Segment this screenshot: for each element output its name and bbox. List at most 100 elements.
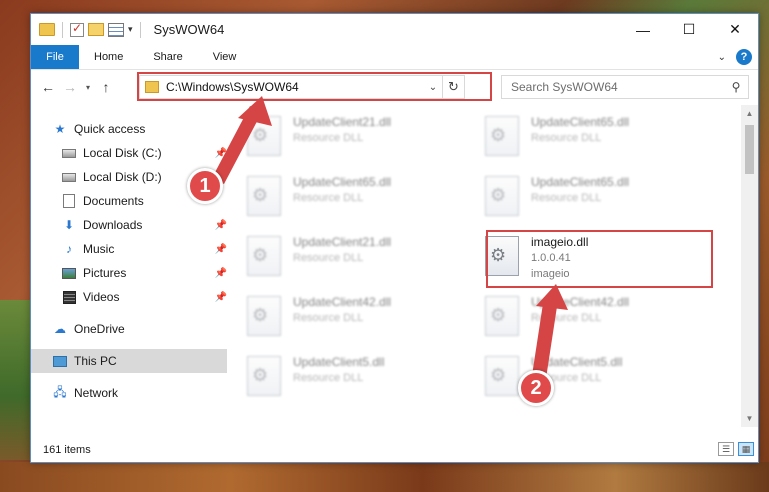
vertical-scrollbar[interactable]: ▲ ▼	[741, 105, 758, 427]
computer-icon-wrap	[53, 355, 67, 368]
file-name: UpdateClient42.dll	[293, 295, 392, 309]
dll-file-icon	[247, 296, 281, 336]
drive-icon-wrap	[62, 171, 76, 184]
nav-label: Videos	[83, 290, 120, 304]
nav-videos[interactable]: Videos 📌	[31, 285, 227, 309]
file-type: Resource DLL	[531, 312, 602, 324]
dll-file-icon	[485, 176, 519, 216]
nav-onedrive[interactable]: ☁ OneDrive	[31, 317, 227, 341]
nav-label: Local Disk (C:)	[83, 146, 162, 160]
file-name: UpdateClient5.dll	[531, 355, 623, 369]
search-icon[interactable]: ⚲	[724, 80, 748, 94]
pictures-icon	[62, 267, 76, 279]
dll-file-icon	[485, 116, 519, 156]
customize-toolbar-icon[interactable]: ▾	[128, 24, 133, 35]
dll-file-icon	[247, 116, 281, 156]
folder-icon	[39, 23, 55, 36]
tab-share[interactable]: Share	[138, 45, 197, 69]
file-tile[interactable]: UpdateClient5.dll Resource DLL	[247, 351, 467, 405]
file-tile[interactable]: UpdateClient21.dll Resource DLL	[247, 111, 467, 165]
details-view-button[interactable]: ☰	[718, 442, 734, 456]
scroll-up-button[interactable]: ▲	[741, 105, 758, 122]
properties-icon[interactable]	[70, 21, 84, 37]
tab-home[interactable]: Home	[79, 45, 138, 69]
star-icon: ★	[54, 122, 66, 136]
documents-icon	[63, 194, 75, 208]
file-tile[interactable]: UpdateClient65.dll Resource DLL	[485, 111, 705, 165]
recent-locations-button[interactable]: ▾	[81, 76, 95, 98]
pin-icon: 📌	[214, 291, 227, 303]
search-box[interactable]: Search SysWOW64 ⚲	[501, 75, 749, 99]
scroll-down-button[interactable]: ▼	[741, 410, 758, 427]
pictures-icon-wrap	[62, 267, 76, 280]
tab-file[interactable]: File	[31, 45, 79, 69]
nav-music[interactable]: ♪ Music 📌	[31, 237, 227, 261]
file-tile[interactable]: UpdateClient21.dll Resource DLL	[247, 231, 467, 285]
close-button[interactable]: ✕	[712, 14, 758, 45]
dll-file-icon	[485, 296, 519, 336]
background-desktop	[0, 462, 769, 492]
file-tile[interactable]: UpdateClient65.dll Resource DLL	[485, 171, 705, 225]
nav-network[interactable]: 🖧 Network	[31, 381, 227, 405]
file-name: UpdateClient42.dll	[531, 295, 630, 309]
back-button[interactable]: ←	[37, 76, 59, 98]
file-type: Resource DLL	[293, 372, 364, 384]
tab-view[interactable]: View	[198, 45, 252, 69]
file-tile[interactable]: UpdateClient65.dll Resource DLL	[247, 171, 467, 225]
toolbar-separator	[62, 21, 63, 38]
nav-local-disk-c[interactable]: Local Disk (C:) 📌	[31, 141, 227, 165]
computer-icon	[53, 355, 67, 367]
address-bar-highlight	[137, 72, 492, 101]
nav-label: Quick access	[74, 122, 146, 136]
view-icon[interactable]	[108, 22, 124, 37]
expand-ribbon-icon[interactable]: ⌄	[718, 52, 726, 63]
nav-label: Music	[83, 242, 115, 256]
file-name: UpdateClient65.dll	[531, 115, 630, 129]
file-tile[interactable]: UpdateClient42.dll Resource DLL	[247, 291, 467, 345]
forward-button[interactable]: →	[59, 76, 81, 98]
drive-icon	[62, 172, 76, 182]
maximize-button[interactable]: ☐	[666, 14, 712, 45]
background-foliage	[0, 300, 30, 460]
item-count: 161 items	[43, 444, 91, 456]
nav-label: Local Disk (D:)	[83, 170, 162, 184]
downloads-icon: ⬇	[63, 218, 75, 232]
pin-icon: 📌	[214, 147, 227, 159]
drive-icon	[62, 148, 76, 158]
file-tile[interactable]: UpdateClient5.dllResource DLL	[485, 351, 705, 405]
step-marker-1: 1	[187, 168, 223, 204]
step-marker-2: 2	[518, 370, 554, 406]
help-icon[interactable]: ?	[736, 49, 752, 65]
file-name: UpdateClient5.dll	[293, 355, 385, 369]
file-type: Resource DLL	[293, 132, 364, 144]
nav-this-pc[interactable]: This PC	[31, 349, 227, 373]
new-folder-icon[interactable]	[88, 23, 104, 36]
ribbon-right-controls: ⌄ ?	[718, 49, 752, 65]
documents-icon-wrap	[62, 194, 76, 208]
tiles-view-button[interactable]: ▦	[738, 442, 754, 456]
file-type: Resource DLL	[293, 192, 364, 204]
nav-label: This PC	[74, 354, 117, 368]
quick-access-toolbar: ▾	[31, 21, 144, 38]
scrollbar-thumb[interactable]	[745, 125, 754, 174]
dll-file-icon	[485, 356, 519, 396]
nav-downloads[interactable]: ⬇ Downloads 📌	[31, 213, 227, 237]
search-input[interactable]: Search SysWOW64	[511, 80, 724, 94]
file-name: UpdateClient21.dll	[293, 235, 392, 249]
nav-label: Pictures	[83, 266, 127, 280]
nav-quick-access[interactable]: ★ Quick access	[31, 117, 227, 141]
view-switcher: ☰ ▦	[718, 442, 754, 456]
title-bar: ▾ SysWOW64 — ☐ ✕	[31, 14, 758, 45]
nav-label: Downloads	[83, 218, 143, 232]
up-button[interactable]: ↑	[95, 76, 117, 98]
status-bar: 161 items ☰ ▦	[31, 438, 758, 462]
file-name: UpdateClient65.dll	[293, 175, 392, 189]
nav-pictures[interactable]: Pictures 📌	[31, 261, 227, 285]
minimize-button[interactable]: —	[620, 14, 666, 45]
dll-file-icon	[247, 236, 281, 276]
file-tile[interactable]: UpdateClient42.dll Resource DLL	[485, 291, 705, 345]
videos-icon	[62, 290, 76, 304]
